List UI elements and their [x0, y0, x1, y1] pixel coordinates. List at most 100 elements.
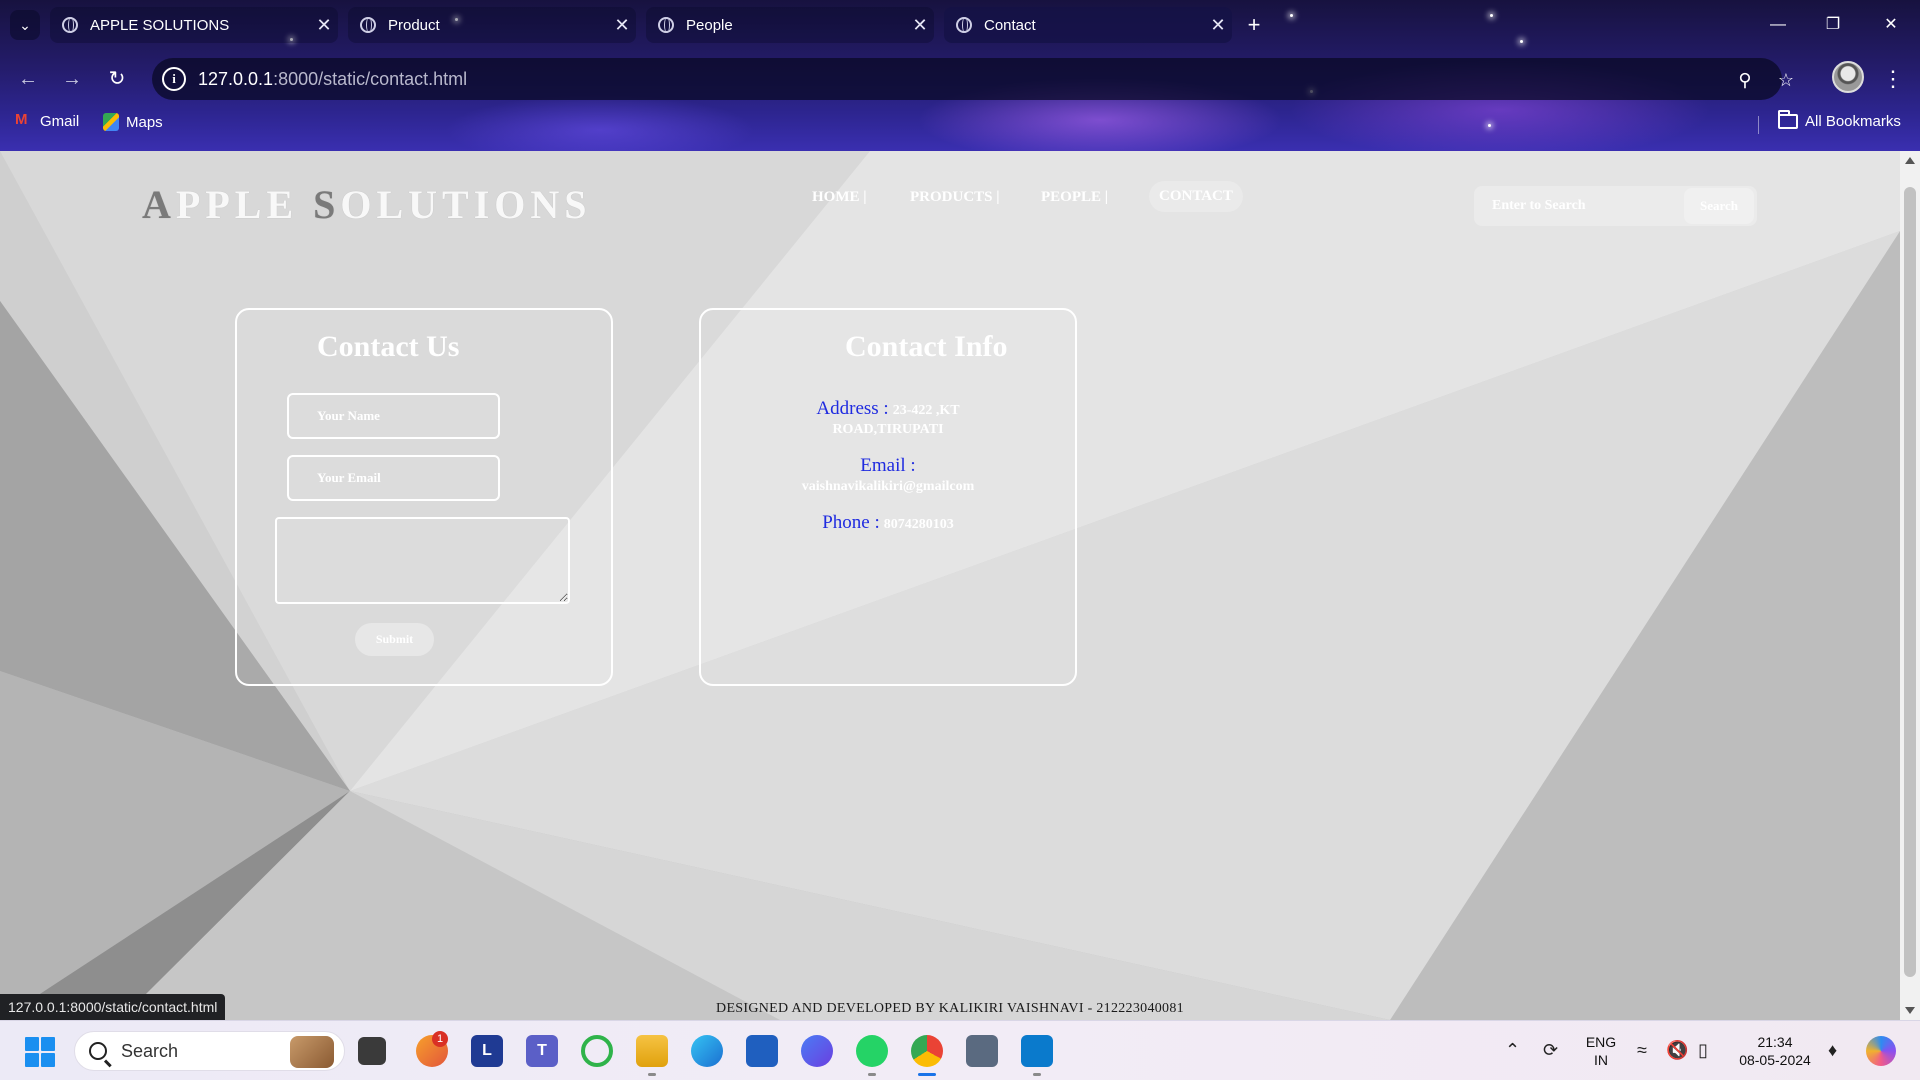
- globe-icon: [956, 17, 972, 33]
- task-view-icon[interactable]: [358, 1037, 386, 1065]
- search-highlight-icon: [290, 1036, 334, 1068]
- close-window-button[interactable]: ✕: [1868, 8, 1914, 42]
- scrollbar-thumb[interactable]: [1904, 187, 1916, 977]
- file-explorer-icon[interactable]: [636, 1035, 668, 1067]
- clock-date: 08-05-2024: [1739, 1052, 1811, 1068]
- language-indicator[interactable]: ENG IN: [1583, 1033, 1619, 1069]
- tab-contact[interactable]: Contact ✕: [944, 7, 1232, 43]
- brand-letter: S: [313, 182, 341, 227]
- close-icon[interactable]: ✕: [906, 15, 934, 36]
- bookmark-star-icon[interactable]: ☆: [1772, 66, 1800, 94]
- all-bookmarks-button[interactable]: All Bookmarks: [1778, 110, 1901, 130]
- minimize-button[interactable]: —: [1755, 8, 1801, 42]
- bookmark-gmail[interactable]: Gmail: [15, 111, 80, 130]
- copilot-icon[interactable]: [1866, 1036, 1896, 1066]
- page-viewport: APPLE SOLUTIONS HOME | PRODUCTS | PEOPLE…: [0, 151, 1900, 1020]
- email-label: Email :: [860, 455, 916, 476]
- tab-title: People: [686, 16, 733, 34]
- contact-info-title: Contact Info: [845, 330, 1008, 363]
- phone-label: Phone :: [822, 512, 880, 533]
- close-icon[interactable]: ✕: [608, 15, 636, 36]
- site-logo[interactable]: APPLE SOLUTIONS: [142, 181, 592, 228]
- a-app-icon[interactable]: [801, 1035, 833, 1067]
- submit-button[interactable]: Submit: [355, 623, 434, 656]
- close-icon[interactable]: ✕: [310, 15, 338, 36]
- url-path: :8000/static/contact.html: [273, 68, 468, 89]
- tab-apple-solutions[interactable]: APPLE SOLUTIONS ✕: [50, 7, 338, 43]
- profile-avatar[interactable]: [1832, 61, 1864, 93]
- address-line-1: 23-422 ,KT: [892, 403, 960, 418]
- whatsapp-icon[interactable]: [856, 1035, 888, 1067]
- camera-icon[interactable]: [966, 1035, 998, 1067]
- tab-strip: ⌄ APPLE SOLUTIONS ✕ Product ✕ People ✕ C…: [0, 0, 1920, 50]
- address-label: Address :: [816, 398, 889, 419]
- message-field[interactable]: [275, 517, 570, 604]
- scroll-down-icon[interactable]: [1905, 1007, 1915, 1014]
- chrome-icon[interactable]: [911, 1035, 943, 1067]
- wifi-icon[interactable]: ≈: [1637, 1040, 1647, 1061]
- tab-people[interactable]: People ✕: [646, 7, 934, 43]
- address-bar[interactable]: i 127.0.0.1:8000/static/contact.html ⚲ ☆: [152, 58, 1794, 100]
- search-input[interactable]: [1474, 186, 1682, 226]
- battery-icon[interactable]: ▯: [1698, 1040, 1708, 1061]
- sync-icon[interactable]: ⟳: [1543, 1040, 1558, 1061]
- bookmark-label: Gmail: [40, 113, 80, 130]
- bookmark-label: Maps: [126, 113, 163, 131]
- clock[interactable]: 21:34 08-05-2024: [1732, 1033, 1818, 1069]
- link-status-bubble: 127.0.0.1:8000/static/contact.html: [0, 994, 226, 1020]
- tab-product[interactable]: Product ✕: [348, 7, 636, 43]
- back-button[interactable]: ←: [11, 62, 45, 96]
- contact-form-title: Contact Us: [317, 330, 460, 363]
- restore-button[interactable]: ❐: [1810, 8, 1856, 42]
- vscode-icon[interactable]: [1021, 1035, 1053, 1067]
- teams-icon[interactable]: T: [526, 1035, 558, 1067]
- page-scrollbar[interactable]: [1900, 151, 1920, 1020]
- bookmark-label: All Bookmarks: [1805, 113, 1901, 130]
- brand-letter: A: [142, 182, 176, 227]
- region-code: IN: [1594, 1052, 1608, 1068]
- browser-chrome: ⌄ APPLE SOLUTIONS ✕ Product ✕ People ✕ C…: [0, 0, 1920, 151]
- nav-products-link[interactable]: PRODUCTS |: [910, 189, 1000, 206]
- url-host: 127.0.0.1: [198, 68, 274, 89]
- bookmark-maps[interactable]: Maps: [103, 113, 163, 131]
- clock-time: 21:34: [1757, 1034, 1793, 1050]
- active-indicator: [918, 1073, 936, 1076]
- nav-people-link[interactable]: PEOPLE |: [1041, 189, 1108, 206]
- zoom-icon[interactable]: ⚲: [1731, 66, 1759, 94]
- language-code: ENG: [1585, 1034, 1617, 1050]
- plus-icon: +: [1247, 12, 1261, 37]
- contact-form-card: Contact Us Submit: [235, 308, 613, 686]
- email-field[interactable]: [287, 455, 500, 501]
- name-field[interactable]: [287, 393, 500, 439]
- site-info-icon[interactable]: i: [162, 67, 186, 91]
- nav-home-link[interactable]: HOME |: [812, 189, 867, 206]
- phone-block: Phone : 8074280103: [701, 512, 1075, 534]
- ring-app-icon[interactable]: [581, 1035, 613, 1067]
- taskbar-search[interactable]: Search: [74, 1031, 345, 1071]
- minimize-icon: —: [1770, 16, 1786, 33]
- store-icon[interactable]: [746, 1035, 778, 1067]
- email-value: vaishnavikalikiri@gmailcom: [801, 479, 975, 494]
- forward-button[interactable]: →: [55, 62, 89, 96]
- close-icon: ✕: [1884, 16, 1898, 33]
- windows-taskbar: Search 1 L T ⌃ ⟳ ENG IN ≈ 🔇 ▯ 21:34 08-0…: [0, 1020, 1920, 1080]
- browser-menu-icon[interactable]: ⋮: [1882, 64, 1904, 94]
- edge-icon[interactable]: [691, 1035, 723, 1067]
- search-button[interactable]: Search: [1684, 188, 1754, 224]
- scroll-up-icon[interactable]: [1905, 157, 1915, 164]
- site-search: Search: [1474, 186, 1757, 226]
- tab-title: Contact: [984, 16, 1036, 34]
- brand-text: PPLE: [175, 182, 314, 227]
- windows-start-icon[interactable]: [25, 1037, 55, 1067]
- new-tab-button[interactable]: +: [1240, 11, 1268, 39]
- chevron-up-icon[interactable]: ⌃: [1505, 1040, 1520, 1061]
- restore-icon: ❐: [1825, 16, 1841, 33]
- notification-bell-icon[interactable]: ♦: [1828, 1040, 1837, 1061]
- close-icon[interactable]: ✕: [1204, 15, 1232, 36]
- tab-title: Product: [388, 16, 440, 34]
- tab-search-button[interactable]: ⌄: [10, 10, 40, 40]
- l-app-icon[interactable]: L: [471, 1035, 503, 1067]
- volume-muted-icon[interactable]: 🔇: [1666, 1040, 1688, 1061]
- reload-button[interactable]: ↻: [100, 62, 134, 96]
- nav-contact-link[interactable]: CONTACT: [1149, 181, 1243, 212]
